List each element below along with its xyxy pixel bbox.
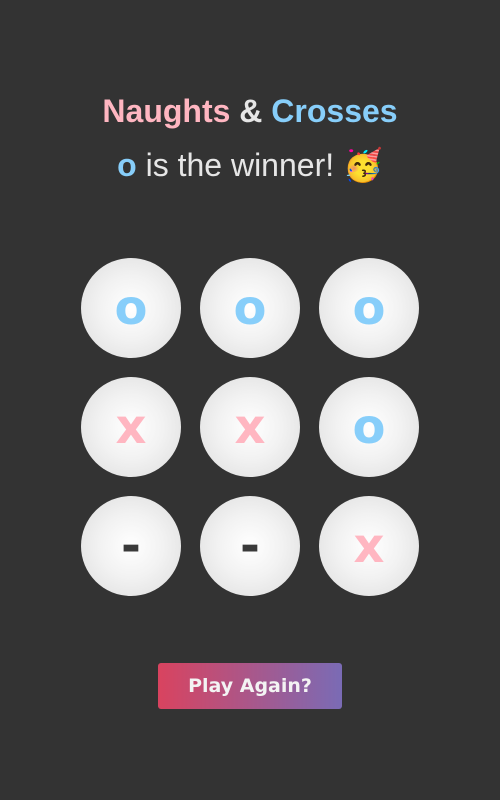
title-ampersand: & (239, 93, 263, 130)
winner-status: o is the winner! 🥳 (0, 145, 500, 185)
board-cell-5[interactable]: x (200, 377, 300, 477)
board-cell-8[interactable]: - (200, 496, 300, 596)
board-cell-1[interactable]: o (81, 258, 181, 358)
board-cell-6[interactable]: o (319, 377, 419, 477)
title-crosses: Crosses (271, 93, 398, 130)
board-cell-3[interactable]: o (319, 258, 419, 358)
game-board: o o o x x o - - x (81, 258, 419, 596)
board-cell-9[interactable]: x (319, 496, 419, 596)
play-again-button[interactable]: Play Again? (158, 663, 342, 709)
game-title: Naughts & Crosses (0, 91, 500, 131)
board-cell-2[interactable]: o (200, 258, 300, 358)
winner-mark: o (117, 147, 137, 183)
board-cell-7[interactable]: - (81, 496, 181, 596)
board-cell-4[interactable]: x (81, 377, 181, 477)
title-naughts: Naughts (102, 93, 231, 130)
party-face-icon: 🥳 (343, 146, 383, 184)
winner-message: is the winner! (145, 147, 335, 183)
